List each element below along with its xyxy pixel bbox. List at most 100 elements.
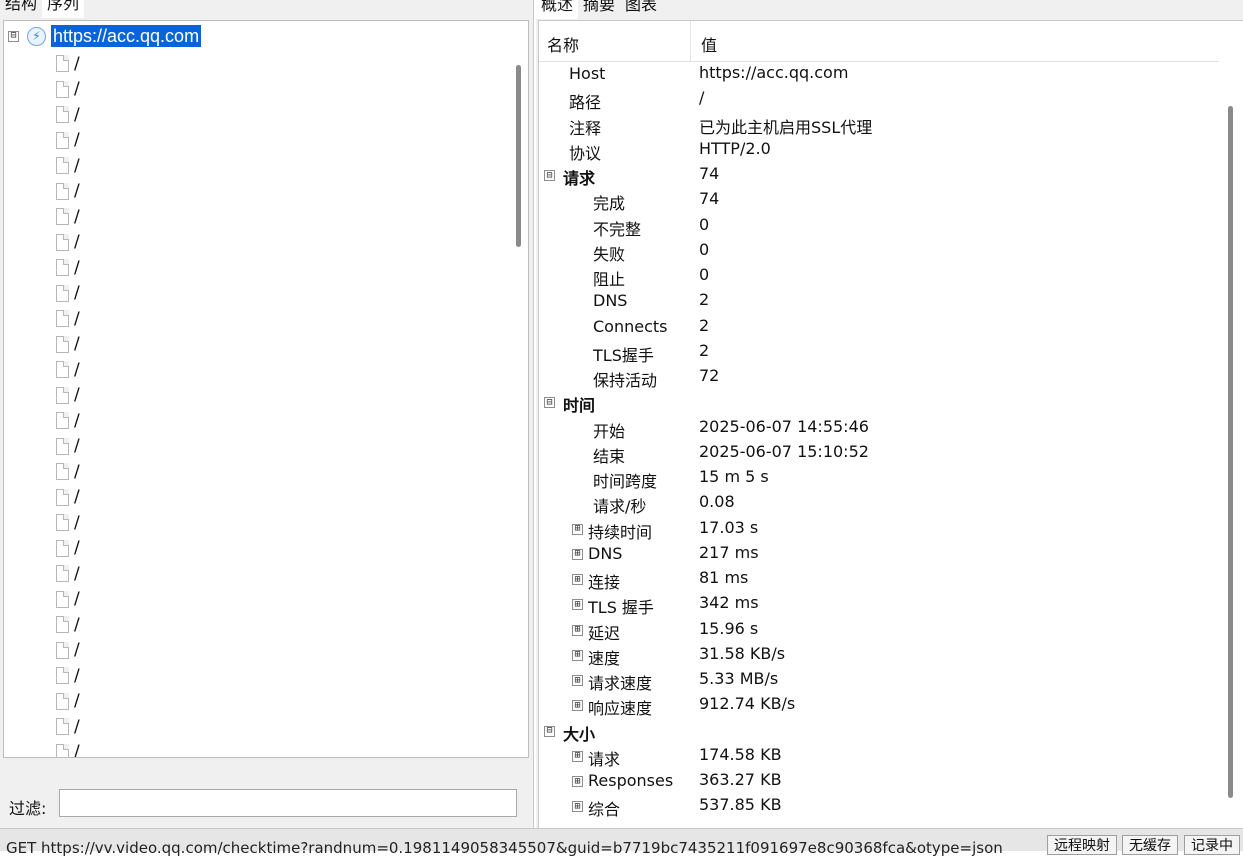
column-header-value[interactable]: 值 [701,32,717,56]
tab-summary[interactable]: 摘要 [578,0,621,19]
collapse-icon[interactable]: ⊟ [544,170,555,181]
property-row[interactable]: ⊞ Responses 363.27 KB [539,770,1219,795]
tree-child-node[interactable]: / [56,281,80,307]
property-name: Connects [593,316,668,336]
no-cache-button[interactable]: 无缓存 [1122,835,1178,855]
expand-icon[interactable]: ⊞ [572,624,583,636]
tree-child-node[interactable]: / [56,383,80,409]
property-row[interactable]: ⊟ 请求 74 [539,164,1219,189]
property-row[interactable]: 保持活动 72 [539,366,1219,391]
tree-root-label[interactable]: https://acc.qq.com [51,25,202,47]
tree-child-node[interactable]: / [56,485,80,511]
tree-child-node[interactable]: / [56,77,80,103]
tab-sequence[interactable]: 序列 [42,0,85,18]
property-row[interactable]: ⊞ 响应速度 912.74 KB/s [539,694,1219,719]
tree-child-node[interactable]: / [56,179,80,205]
document-icon [56,616,69,634]
tree-child-node[interactable]: / [56,689,80,715]
property-row[interactable]: ⊟ 时间 [539,391,1219,416]
tree-child-node[interactable]: / [56,306,80,332]
tree-child-node[interactable]: / [56,638,80,664]
tree-child-node[interactable]: / [56,230,80,256]
property-row[interactable]: 结束 2025-06-07 15:10:52 [539,442,1219,467]
property-row[interactable]: ⊞ 请求 174.58 KB [539,745,1219,770]
tree-child-label: / [74,436,80,457]
filter-input[interactable] [59,789,517,817]
expand-icon[interactable]: ⊞ [572,700,583,712]
tree-child-node[interactable]: / [56,332,80,358]
property-row[interactable]: 阻止 0 [539,265,1219,290]
property-row[interactable]: ⊞ TLS 握手 342 ms [539,593,1219,618]
property-row[interactable]: ⊞ 延迟 15.96 s [539,619,1219,644]
grid-vertical-scrollbar[interactable] [1228,106,1233,798]
property-row[interactable]: 完成 74 [539,189,1219,214]
expand-icon[interactable]: ⊞ [572,548,583,560]
property-row[interactable]: 失败 0 [539,240,1219,265]
expand-icon[interactable]: ⊞ [572,523,583,535]
property-row[interactable]: ⊞ 连接 81 ms [539,568,1219,593]
expand-icon[interactable]: ⊞ [572,599,583,611]
tab-chart[interactable]: 图表 [620,0,663,19]
expand-icon[interactable]: ⊞ [572,649,583,661]
property-row[interactable]: 协议 HTTP/2.0 [539,139,1219,164]
document-icon [56,667,69,685]
property-row[interactable]: DNS 2 [539,290,1219,315]
property-row[interactable]: ⊞ 综合 537.85 KB [539,795,1219,820]
tree-child-node[interactable]: / [56,663,80,689]
property-row[interactable]: ⊟ 大小 [539,720,1219,745]
column-divider[interactable] [690,21,691,61]
collapse-icon[interactable]: ⊟ [544,397,555,409]
tree-child-label: / [74,538,80,559]
tree-child-node[interactable]: / [56,587,80,613]
property-row[interactable]: 不完整 0 [539,215,1219,240]
property-name: 延迟 [588,623,621,643]
property-row[interactable]: 注释 已为此主机启用SSL代理 [539,114,1219,139]
property-row[interactable]: 请求/秒 0.08 [539,492,1219,517]
document-icon [56,208,69,226]
tree-vertical-scrollbar[interactable] [516,65,521,247]
tree-child-node[interactable]: / [56,357,80,383]
property-row[interactable]: Connects 2 [539,316,1219,341]
tree-child-node[interactable]: / [56,459,80,485]
tree-child-node[interactable]: / [56,255,80,281]
property-row[interactable]: ⊞ 持续时间 17.03 s [539,518,1219,543]
tree-child-node[interactable]: / [56,51,80,77]
tree-child-node[interactable]: / [56,536,80,562]
tree-child-node[interactable]: / [56,740,80,757]
expand-icon[interactable]: ⊞ [572,574,583,585]
tree-child-node[interactable]: / [56,561,80,587]
property-row[interactable]: 开始 2025-06-07 14:55:46 [539,417,1219,442]
document-icon [56,488,69,506]
host-tree[interactable]: ⊟ ⚡ https://acc.qq.com / / / / / / / / / / / / / / / / /… [3,20,529,758]
property-row[interactable]: TLS握手 2 [539,341,1219,366]
tree-child-node[interactable]: / [56,434,80,460]
tree-child-node[interactable]: / [56,612,80,638]
column-header-name[interactable]: 名称 [547,32,579,56]
tab-overview[interactable]: 概述 [536,0,579,19]
tree-child-node[interactable]: / [56,128,80,154]
tree-child-node[interactable]: / [56,153,80,179]
property-row[interactable]: 路径 / [539,88,1219,113]
tree-root-node[interactable]: ⊟ ⚡ https://acc.qq.com [8,24,202,48]
tree-child-node[interactable]: / [56,714,80,740]
property-row[interactable]: Host https://acc.qq.com [539,63,1219,88]
remote-mapping-button[interactable]: 远程映射 [1047,835,1117,855]
tree-child-node[interactable]: / [56,204,80,230]
tree-child-node[interactable]: / [56,510,80,536]
collapse-icon[interactable]: ⊟ [544,725,555,737]
recording-button[interactable]: 记录中 [1184,835,1240,855]
tree-child-node[interactable]: / [56,102,80,128]
tab-structure[interactable]: 结构 [0,0,43,18]
property-row[interactable]: 时间跨度 15 m 5 s [539,467,1219,492]
expand-icon[interactable]: ⊞ [572,801,583,813]
tree-child-label: / [74,79,80,100]
expand-icon[interactable]: ⊞ [572,776,583,787]
property-row[interactable]: ⊞ 请求速度 5.33 MB/s [539,669,1219,694]
property-row[interactable]: ⊞ 速度 31.58 KB/s [539,644,1219,669]
expand-icon[interactable]: ⊞ [572,750,583,762]
property-row[interactable]: ⊞ DNS 217 ms [539,543,1219,568]
expand-icon[interactable]: ⊞ [572,675,583,686]
property-value: 2 [699,315,710,335]
collapse-icon[interactable]: ⊟ [8,30,19,42]
tree-child-node[interactable]: / [56,408,80,434]
